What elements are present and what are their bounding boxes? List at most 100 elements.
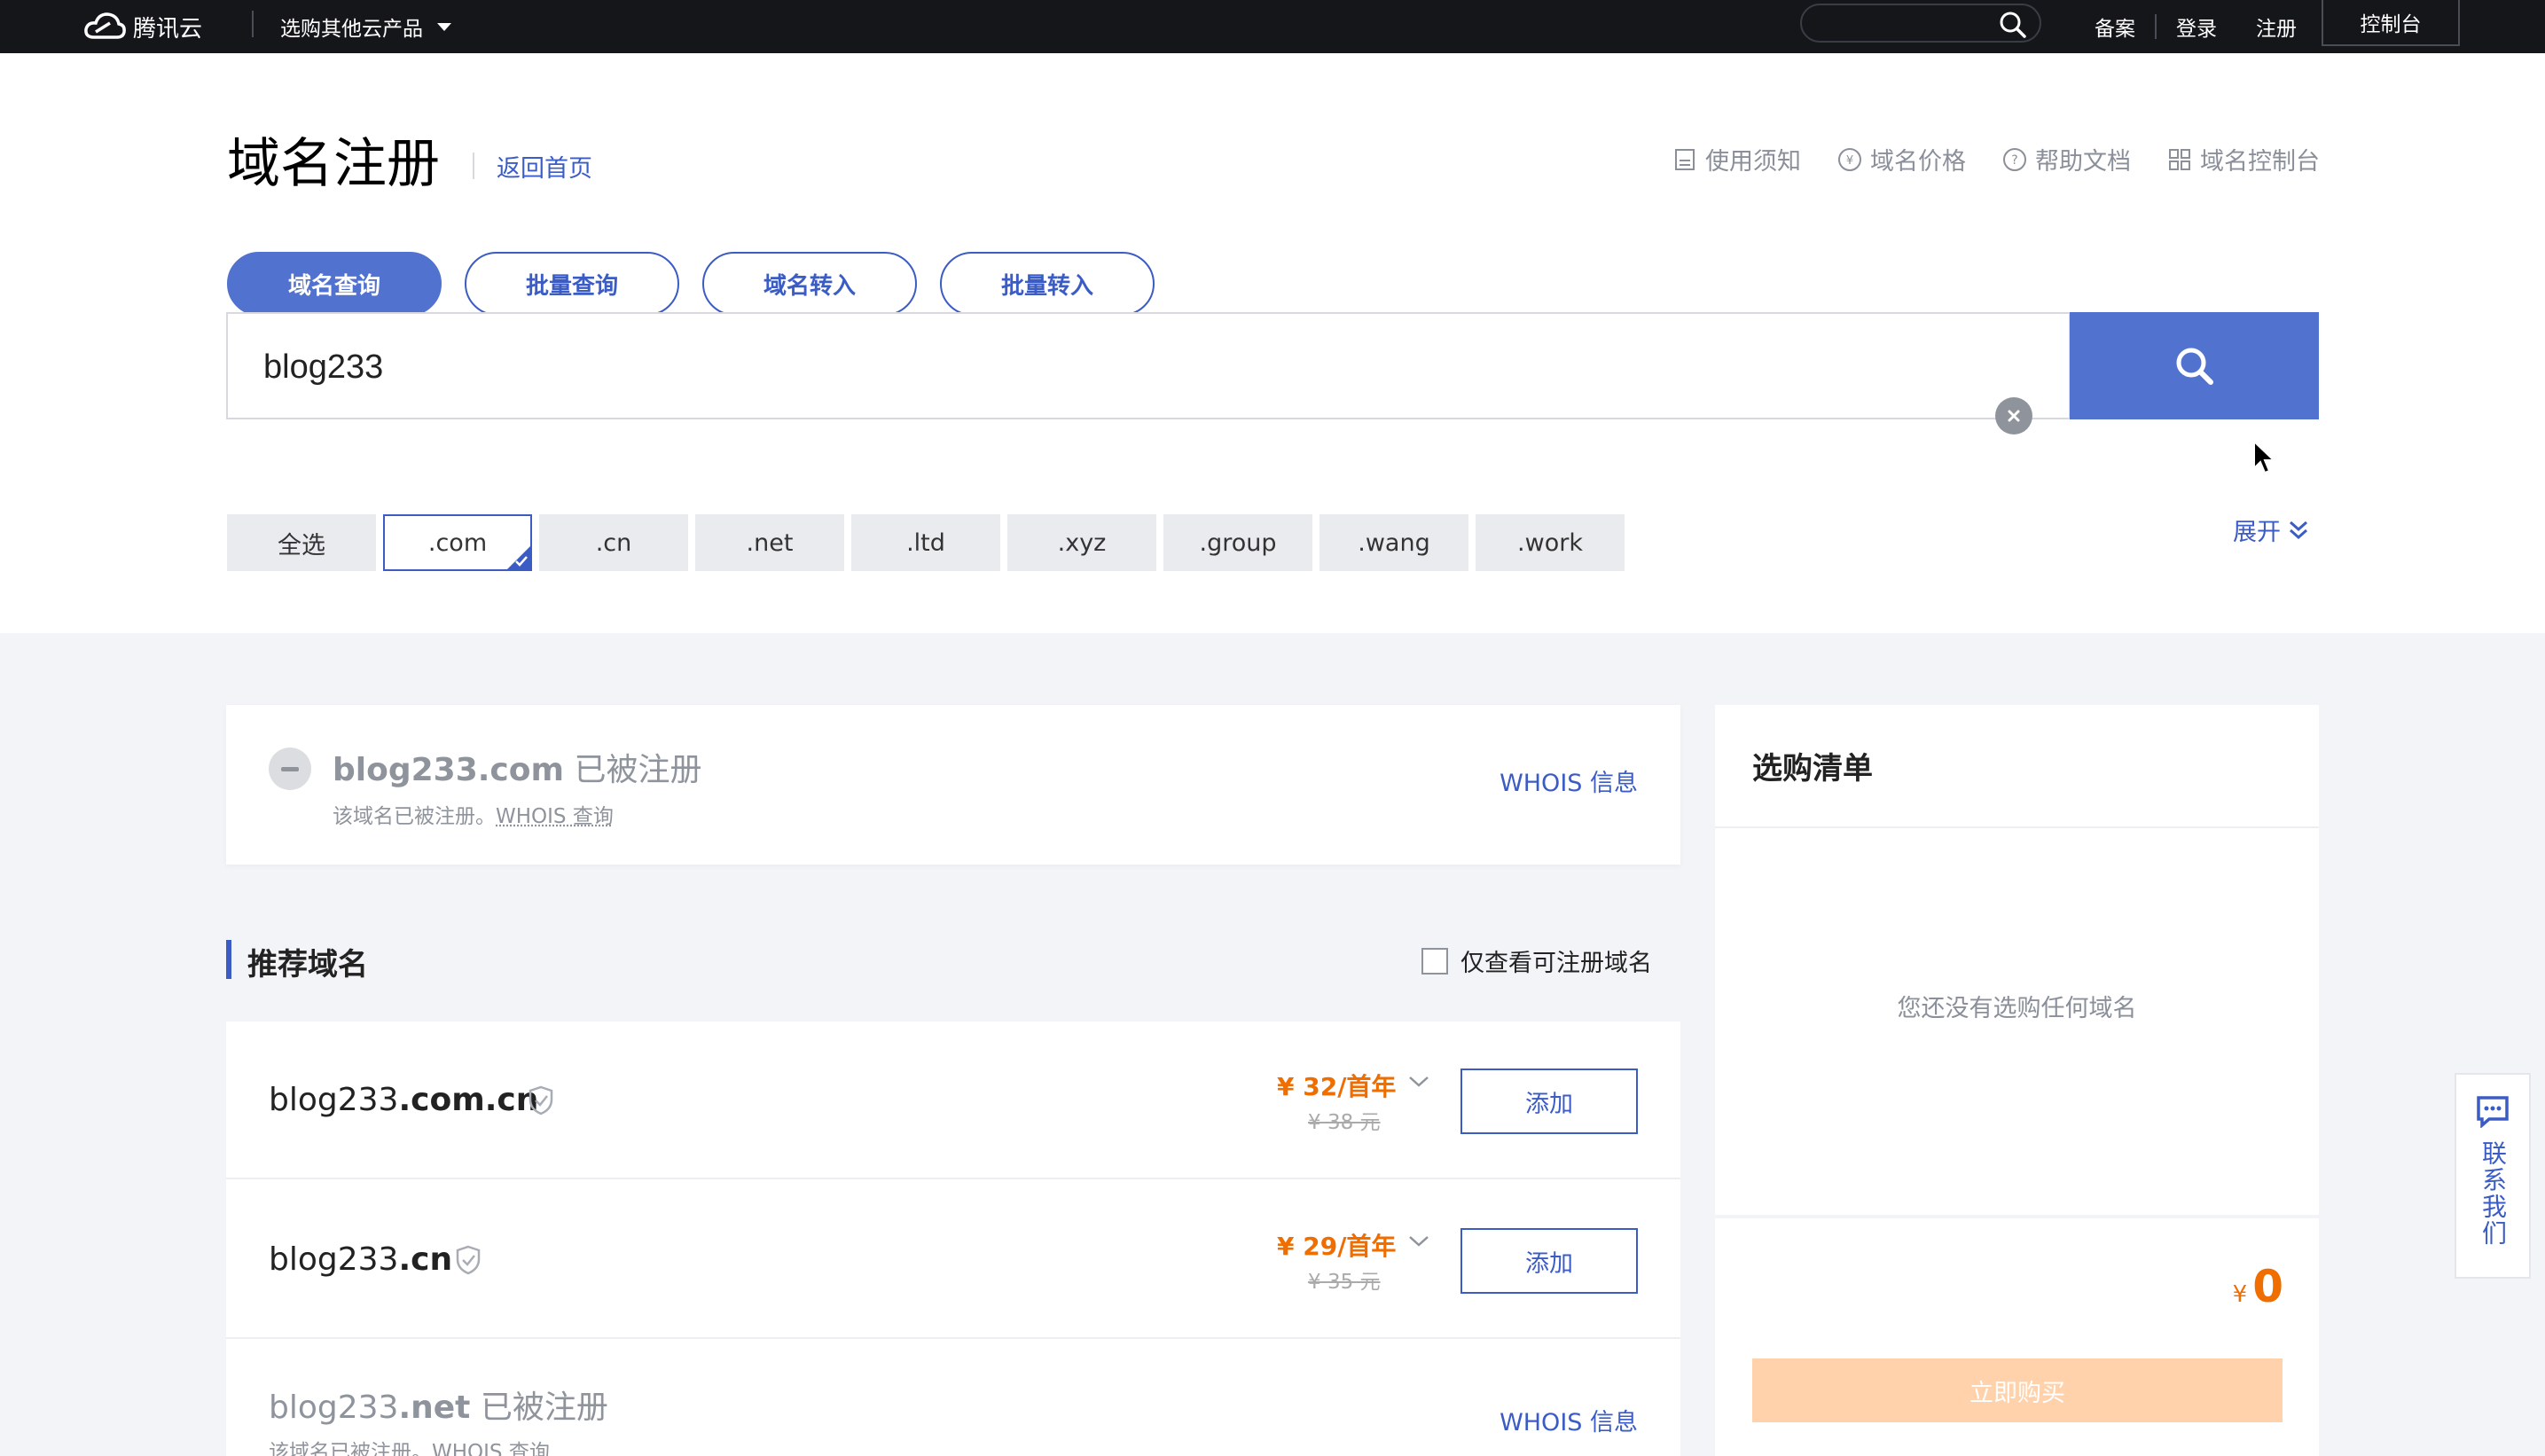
whois-query-link[interactable]: WHOIS 查询: [496, 805, 614, 828]
tld-option-wang[interactable]: .wang: [1319, 514, 1468, 571]
products-menu[interactable]: 选购其他云产品: [280, 7, 451, 46]
brand-logo[interactable]: 腾讯云: [83, 7, 202, 46]
recommend-title: 推荐域名: [247, 947, 368, 982]
clear-search-button[interactable]: [1995, 397, 2032, 434]
cart-footer: ¥ 0 立即购买: [1715, 1215, 2319, 1456]
tld-option-label: .com: [427, 528, 488, 557]
top-links: 备案 登录 注册: [2075, 7, 2316, 46]
tab-batch-transfer[interactable]: 批量转入: [940, 252, 1155, 316]
help-docs-link[interactable]: ? 帮助文档: [2001, 142, 2131, 176]
domain-name: blog233.com.cn: [269, 1082, 538, 1118]
cloud-logo-icon: [84, 12, 126, 39]
tld-option-work[interactable]: .work: [1476, 514, 1625, 571]
buy-now-button[interactable]: 立即购买: [1752, 1358, 2283, 1422]
tab-domain-transfer[interactable]: 域名转入: [702, 252, 917, 316]
total-amount: 0: [2252, 1261, 2283, 1312]
svg-text:?: ?: [2011, 153, 2017, 168]
link-login[interactable]: 登录: [2157, 12, 2236, 42]
usage-notice-label: 使用须知: [1705, 148, 1801, 176]
nav-divider: [252, 11, 254, 37]
help-circle-icon: ?: [2003, 147, 2026, 171]
grid-icon: [2169, 148, 2190, 170]
close-icon: [2008, 410, 2020, 422]
chevron-down-icon[interactable]: [1407, 1075, 1430, 1089]
recommend-header: 推荐域名 仅查看可注册域名: [226, 940, 1680, 982]
top-search[interactable]: [1800, 4, 2041, 43]
tld-option-group[interactable]: .group: [1163, 514, 1312, 571]
search-mode-tabs: 域名查询 批量查询 域名转入 批量转入: [227, 252, 1155, 316]
original-price: ¥ 38 元: [1308, 1111, 1381, 1134]
whois-info-link[interactable]: WHOIS 信息: [1500, 763, 1638, 798]
taken-subtext: 该域名已被注册。WHOIS 查询: [269, 1441, 550, 1456]
help-docs-label: 帮助文档: [2035, 148, 2131, 176]
cart-divider: [1715, 826, 2319, 828]
whois-info-link[interactable]: WHOIS 信息: [1500, 1403, 1638, 1437]
tld-option-net[interactable]: .net: [695, 514, 844, 571]
cart-panel: 选购清单 您还没有选购任何域名 ¥ 0 立即购买: [1715, 705, 2319, 1456]
only-available-checkbox[interactable]: [1421, 947, 1448, 975]
only-available-label: 仅查看可注册域名: [1460, 950, 1652, 977]
result-domain-status: blog233.com 已被注册: [333, 744, 702, 790]
domain-search-input[interactable]: [263, 341, 2037, 394]
shield-icon: [529, 1085, 553, 1115]
only-available-toggle[interactable]: 仅查看可注册域名: [1421, 943, 1652, 978]
console-button[interactable]: 控制台: [2322, 0, 2460, 46]
section-accent-bar: [226, 940, 231, 979]
domain-prefix: blog233: [269, 1241, 399, 1278]
result-domain: blog233.com: [333, 752, 565, 788]
domain-price-label: 域名价格: [1870, 148, 1966, 176]
expand-tlds-button[interactable]: 展开: [2233, 513, 2309, 547]
list-item: blog233.com.cn ¥ 32/首年 ¥ 38 元 添加: [226, 1022, 1680, 1179]
shield-icon: [456, 1245, 481, 1275]
top-search-input[interactable]: [1816, 11, 1993, 35]
search-result-card: blog233.com 已被注册 该域名已被注册。WHOIS 查询 WHOIS …: [226, 705, 1680, 865]
link-record-filing[interactable]: 备案: [2075, 12, 2155, 42]
original-price: ¥ 35 元: [1308, 1271, 1381, 1294]
domain-name: blog233.cn: [269, 1241, 452, 1278]
tld-option-com[interactable]: .com: [383, 514, 532, 571]
caret-down-icon: [437, 22, 451, 31]
recommend-list: blog233.com.cn ¥ 32/首年 ¥ 38 元 添加 blog233…: [226, 1022, 1680, 1456]
brand-name: 腾讯云: [133, 15, 203, 43]
chevron-down-icon[interactable]: [1407, 1234, 1430, 1249]
tab-domain-query[interactable]: 域名查询: [227, 252, 442, 316]
tab-batch-query[interactable]: 批量查询: [465, 252, 679, 316]
domain-suffix: .cn: [398, 1241, 453, 1278]
domain-price-link[interactable]: ¥ 域名价格: [1836, 142, 1966, 176]
tld-option-cn[interactable]: .cn: [539, 514, 688, 571]
chat-icon: [2477, 1096, 2509, 1128]
link-register[interactable]: 注册: [2236, 12, 2316, 42]
contact-us-widget[interactable]: 联系我们: [2455, 1073, 2531, 1279]
utility-links: 使用须知 ¥ 域名价格 ? 帮助文档 域名控制台: [1672, 142, 2320, 176]
yuan-circle-icon: ¥: [1838, 147, 1861, 171]
search-icon[interactable]: [1999, 11, 2027, 39]
domain-console-label: 域名控制台: [2200, 148, 2320, 176]
double-chevron-down-icon: [2290, 521, 2307, 539]
domain-prefix: blog233: [269, 1082, 399, 1118]
tld-select-all[interactable]: 全选: [227, 514, 376, 571]
add-button[interactable]: 添加: [1460, 1069, 1638, 1134]
svg-text:¥: ¥: [1846, 154, 1853, 168]
domain-console-link[interactable]: 域名控制台: [2166, 142, 2320, 176]
first-year-price: ¥ 29/首年: [1277, 1232, 1397, 1261]
contact-us-label: 联系我们: [2478, 1140, 2508, 1247]
cart-total: ¥ 0: [2233, 1261, 2283, 1312]
first-year-price: ¥ 32/首年: [1277, 1072, 1397, 1101]
cart-title: 选购清单: [1752, 751, 1873, 787]
add-button[interactable]: 添加: [1460, 1228, 1638, 1294]
products-menu-label: 选购其他云产品: [280, 18, 423, 41]
search-button[interactable]: [2070, 312, 2319, 419]
result-sub-prefix: 该域名已被注册。: [333, 805, 496, 828]
domain-suffix: .net: [398, 1389, 471, 1426]
usage-notice-link[interactable]: 使用须知: [1672, 142, 1801, 176]
unavailable-icon: [269, 748, 311, 790]
tld-option-ltd[interactable]: .ltd: [851, 514, 1000, 571]
title-divider: [473, 153, 474, 179]
search-icon: [2176, 348, 2213, 385]
tld-option-xyz[interactable]: .xyz: [1007, 514, 1156, 571]
back-home-link[interactable]: 返回首页: [497, 149, 592, 184]
result-subtext: 该域名已被注册。WHOIS 查询: [333, 799, 614, 829]
page-title: 域名注册: [227, 133, 440, 195]
domain-status: 已被注册: [480, 1389, 608, 1426]
checkmark-icon: [515, 556, 528, 567]
